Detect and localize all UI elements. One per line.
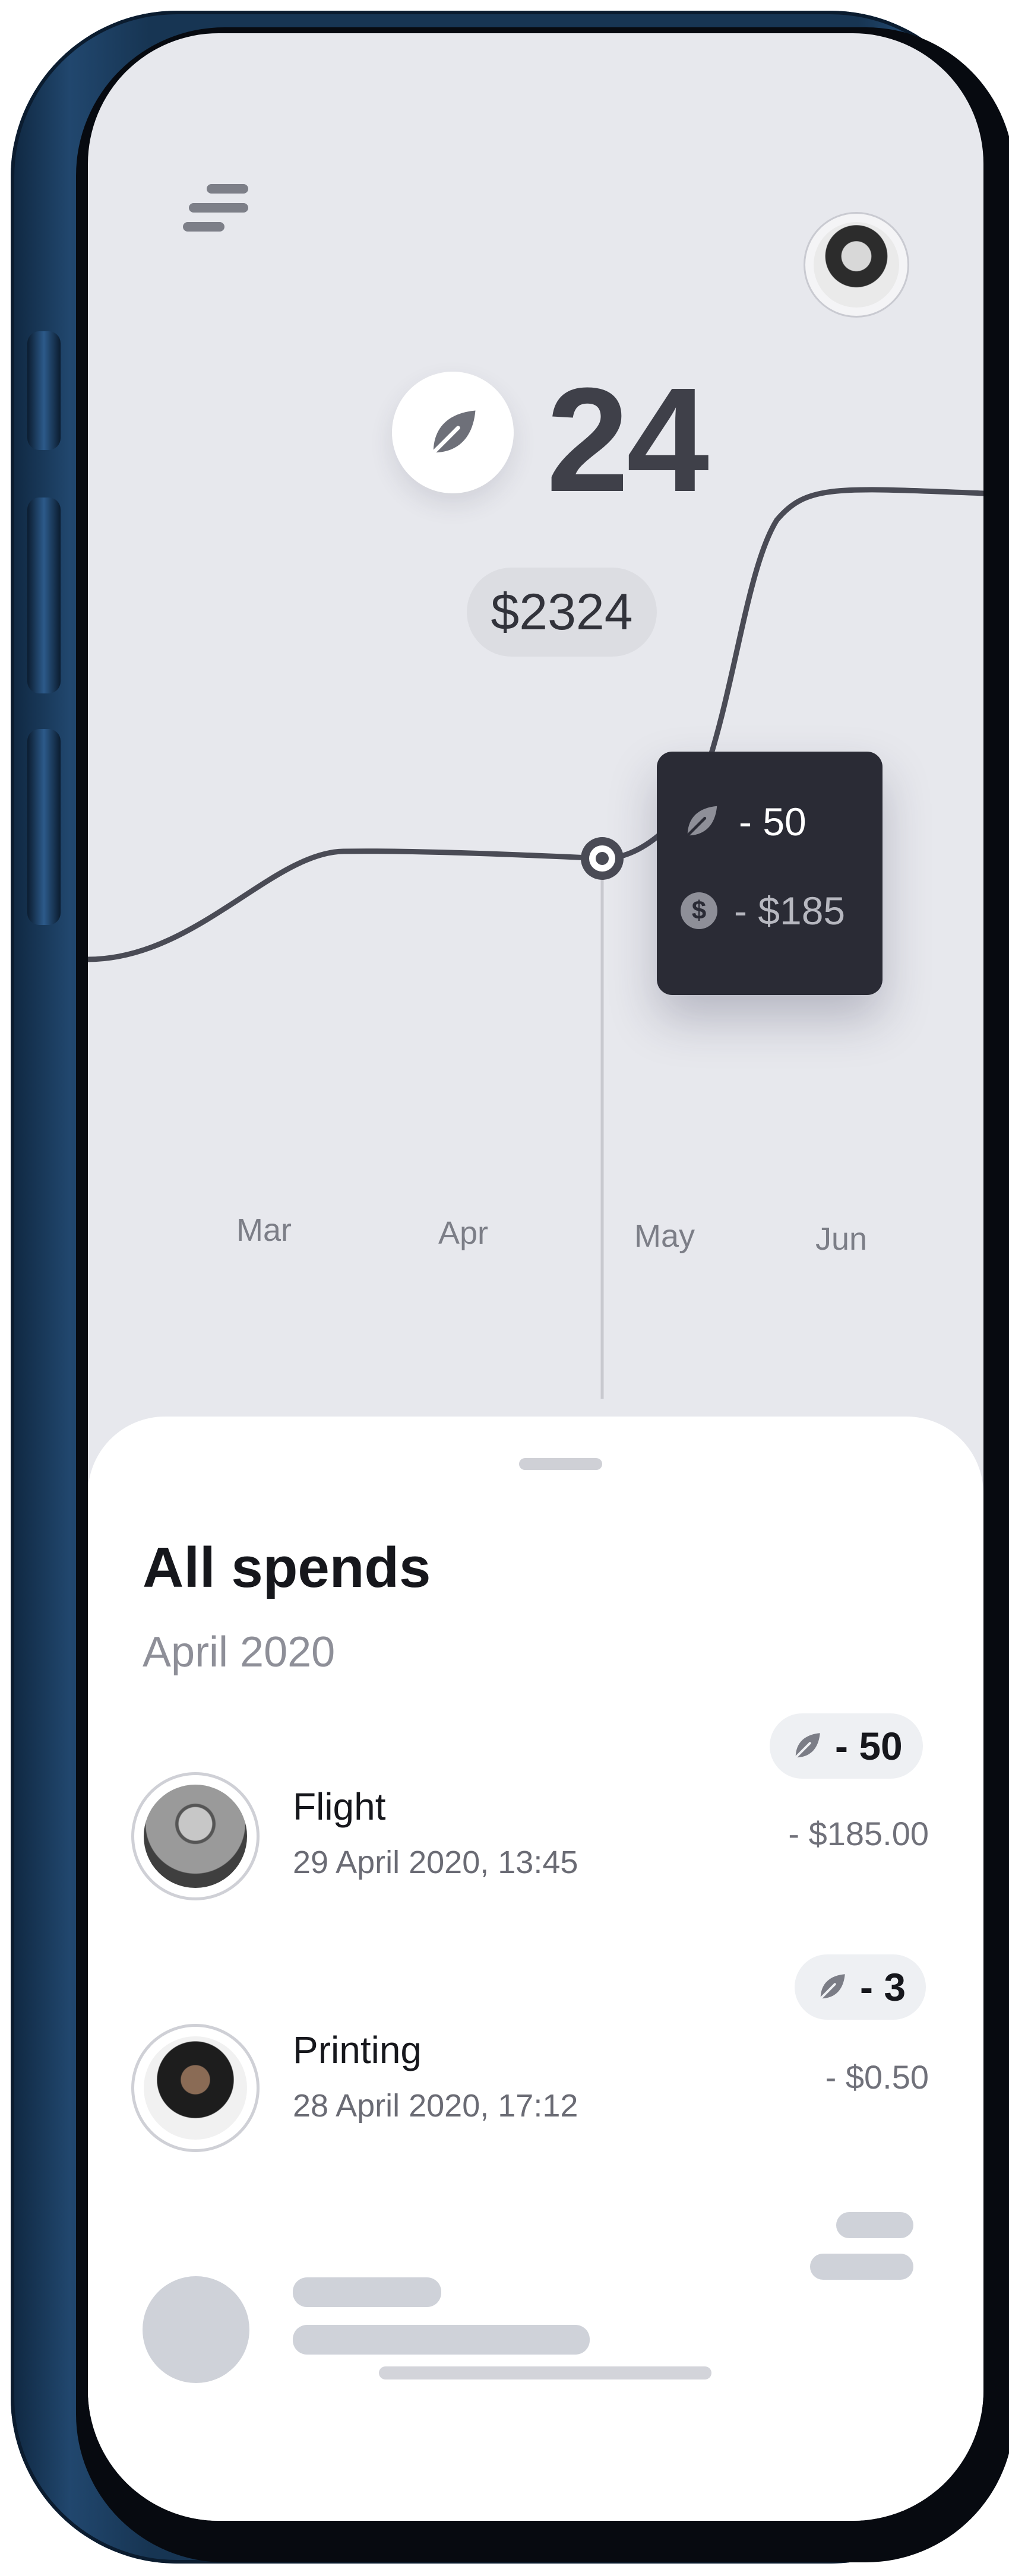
highlight-point-core [596, 852, 609, 865]
placeholder-line [836, 2212, 913, 2238]
item-avatar [134, 1775, 257, 1897]
tooltip-leaf-value: - 50 [739, 800, 806, 844]
spends-sheet: All spends April 2020 Flight 29 April 20… [88, 1417, 983, 2521]
placeholder-line [293, 2277, 441, 2307]
placeholder-line [293, 2325, 590, 2355]
side-button [27, 331, 61, 450]
side-button [27, 498, 61, 693]
leaf-badge-value: - 3 [860, 1965, 906, 2009]
leaf-badge-value: - 50 [835, 1724, 903, 1768]
leaf-badge: - 3 [795, 1954, 926, 2020]
tooltip-money-value: - $185 [734, 889, 846, 933]
leaf-badge: - 50 [770, 1713, 923, 1779]
leaf-icon [819, 1974, 845, 2000]
sheet-subtitle: April 2020 [143, 1628, 336, 1676]
item-avatar [134, 2027, 257, 2149]
sheet-drag-handle[interactable] [519, 1458, 602, 1470]
avatar-image [144, 2036, 247, 2140]
x-tick-label: Mar [236, 1212, 292, 1248]
dollar-icon: $ [681, 892, 717, 929]
app-screen: 24 $2324 - 50 $ - $185 Mar Apr May Jun A… [88, 33, 983, 2521]
x-tick-label: May [634, 1218, 695, 1254]
sheet-title: All spends [143, 1536, 431, 1599]
placeholder-avatar [143, 2276, 249, 2383]
tooltip-money-row: $ - $185 [681, 888, 845, 933]
item-date: 28 April 2020, 17:12 [293, 2088, 578, 2124]
tooltip-leaf-row: - 50 [681, 799, 806, 844]
x-tick-label: Jun [815, 1221, 868, 1257]
item-date: 29 April 2020, 13:45 [293, 1845, 578, 1880]
line-chart [88, 487, 983, 1399]
placeholder-line [810, 2254, 913, 2280]
leaf-icon [686, 806, 717, 837]
avatar-image [144, 1785, 247, 1888]
leaf-icon [794, 1733, 820, 1759]
item-title: Printing [293, 2029, 422, 2071]
side-button [27, 729, 61, 925]
item-title: Flight [293, 1785, 386, 1828]
home-indicator[interactable] [379, 2366, 711, 2379]
x-tick-label: Apr [438, 1215, 489, 1251]
item-amount: - $185.00 [788, 1815, 929, 1852]
chart-tooltip: - 50 $ - $185 [657, 752, 883, 995]
item-amount: - $0.50 [825, 2058, 929, 2096]
